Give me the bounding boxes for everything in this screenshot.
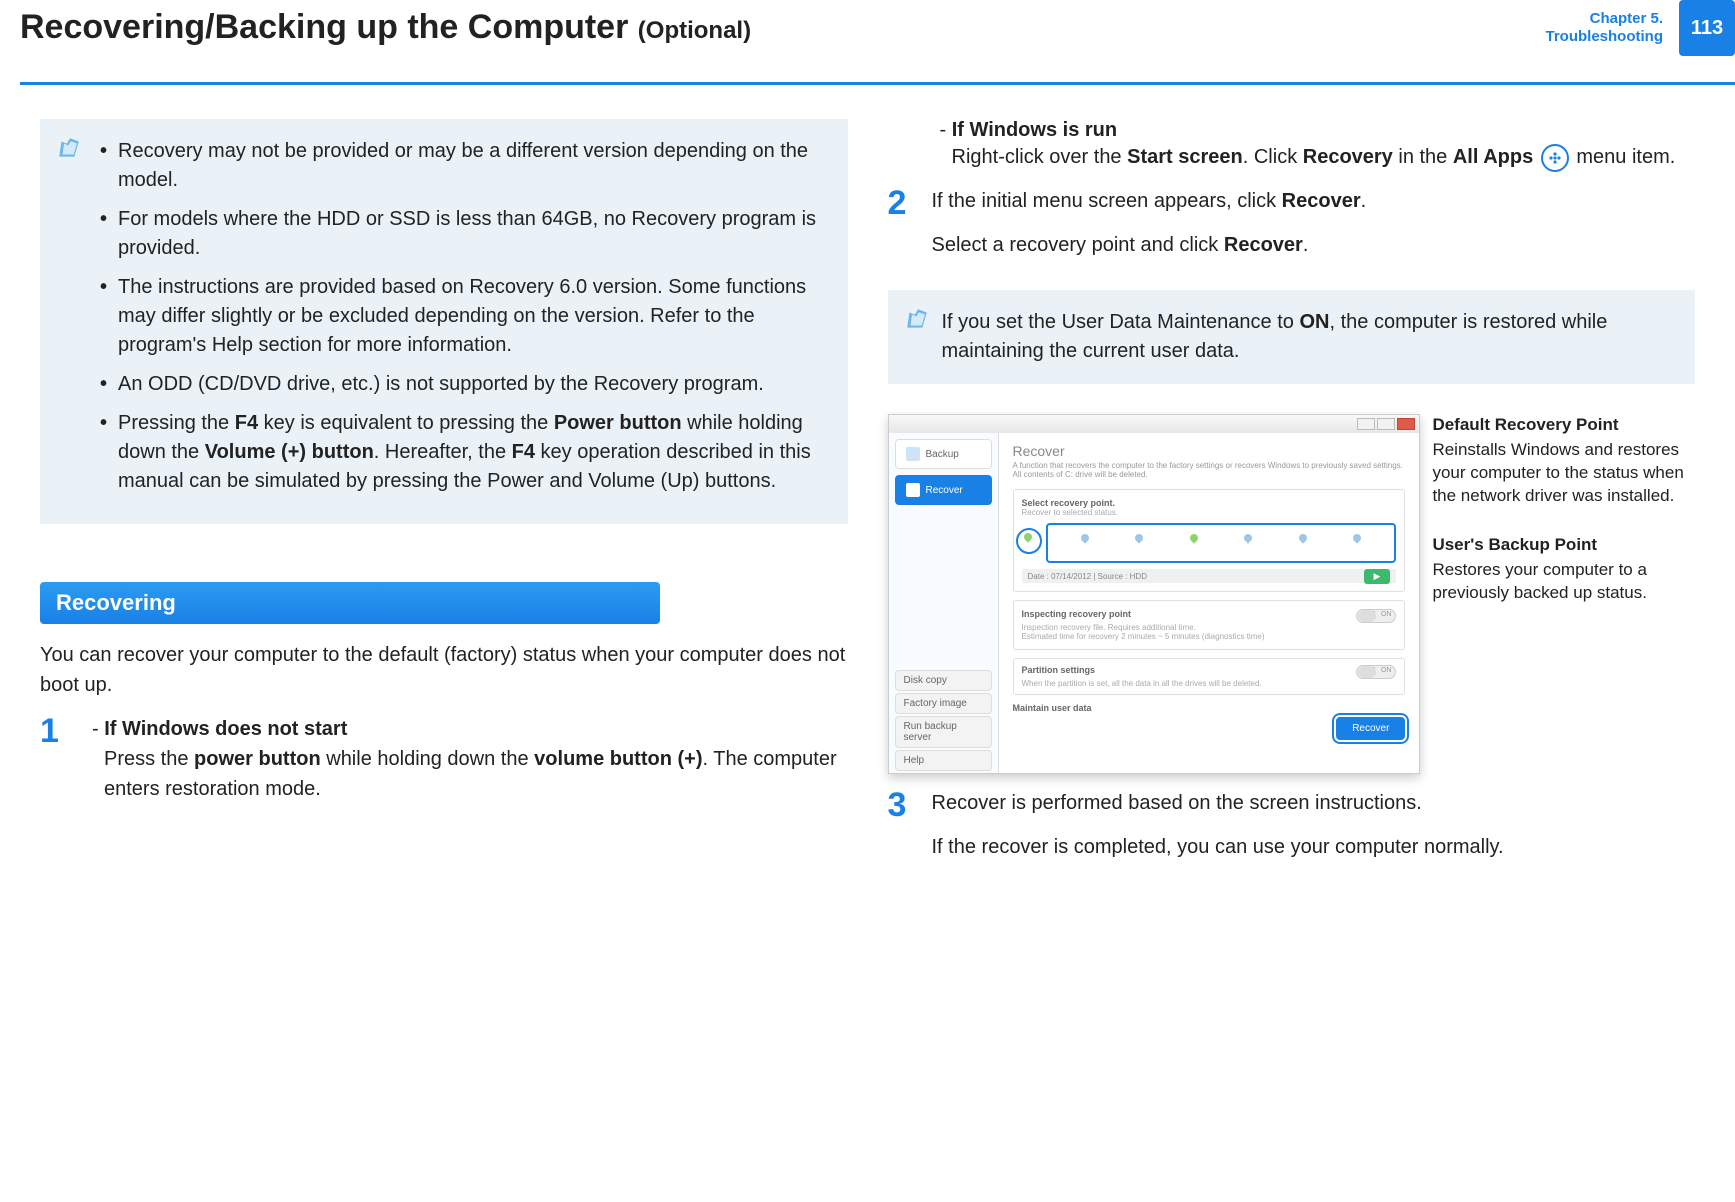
note-item: Recovery may not be provided or may be a…: [100, 137, 828, 195]
window-maximize-icon[interactable]: [1377, 418, 1395, 430]
backup-point-pin[interactable]: [1297, 534, 1309, 552]
title-text: Recovering/Backing up the Computer: [20, 8, 628, 46]
step-2-line2: Select a recovery point and click Recove…: [932, 230, 1696, 260]
step-3-line1: Recover is performed based on the screen…: [932, 788, 1696, 818]
annotation-user-backup-point: User's Backup Point Restores your comput…: [1432, 534, 1695, 605]
backup-point-pin[interactable]: [1133, 534, 1145, 552]
right-column: - If Windows is run Right-click over the…: [888, 119, 1696, 892]
go-button[interactable]: ▶: [1364, 569, 1391, 584]
app-sidebar: Backup Recover Disk copy Factory image R…: [889, 433, 999, 773]
note-user-data: If you set the User Data Maintenance to …: [888, 290, 1696, 384]
backup-point-pin[interactable]: [1188, 534, 1200, 552]
recovery-timeline[interactable]: [1046, 523, 1397, 563]
header-right: Chapter 5. Troubleshooting 113: [1500, 0, 1735, 56]
partition-toggle[interactable]: OFFON: [1356, 665, 1396, 679]
annotation-default-point: Default Recovery Point Reinstalls Window…: [1432, 414, 1695, 508]
step-1b-body: Right-click over the Start screen. Click…: [952, 142, 1696, 172]
window-close-icon[interactable]: [1397, 418, 1415, 430]
title-optional: (Optional): [638, 17, 751, 44]
page-number-badge: 113: [1679, 0, 1735, 56]
maintain-user-data-label: Maintain user data: [1013, 703, 1406, 713]
select-recovery-sub: Recover to selected status.: [1022, 508, 1397, 517]
step-number: 3: [888, 788, 918, 876]
step-1-variant-b: - If Windows is run: [940, 119, 1696, 142]
step-3: 3 Recover is performed based on the scre…: [888, 788, 1696, 876]
step-1-variant-a: - If Windows does not start: [92, 714, 848, 744]
note-item: An ODD (CD/DVD drive, etc.) is not suppo…: [100, 370, 828, 399]
page-header: Recovering/Backing up the Computer (Opti…: [0, 0, 1735, 56]
window-titlebar: [889, 415, 1420, 433]
sidebar-item-disk-copy[interactable]: Disk copy: [895, 670, 992, 691]
sidebar-item-recover[interactable]: Recover: [895, 475, 992, 505]
sidebar-item-run-backup-server[interactable]: Run backup server: [895, 716, 992, 748]
app-main-title: Recover: [1013, 443, 1406, 459]
left-column: Recovery may not be provided or may be a…: [40, 119, 848, 892]
app-main-panel: Recover A function that recovers the com…: [999, 433, 1420, 773]
note-item: Pressing the F4 key is equivalent to pre…: [100, 409, 828, 496]
chapter-line1: Chapter 5.: [1546, 10, 1664, 28]
default-recovery-point-pin[interactable]: [1022, 533, 1034, 553]
info-note-box: Recovery may not be provided or may be a…: [40, 119, 848, 524]
partition-panel: Partition settings OFFON When the partit…: [1013, 658, 1406, 695]
section-header-recovering: Recovering: [40, 582, 660, 624]
inspect-toggle[interactable]: OFFON: [1356, 609, 1396, 623]
step-number: 1: [40, 714, 70, 818]
recovery-app-window: Backup Recover Disk copy Factory image R…: [888, 414, 1421, 774]
note-icon: [56, 135, 82, 161]
recover-icon: [906, 483, 920, 497]
chapter-label: Chapter 5. Troubleshooting: [1540, 6, 1670, 50]
note-item: For models where the HDD or SSD is less …: [100, 205, 828, 263]
inspect-title: Inspecting recovery point: [1022, 609, 1132, 619]
note-icon: [904, 306, 930, 332]
step-3-line2: If the recover is completed, you can use…: [932, 832, 1696, 862]
partition-title: Partition settings: [1022, 665, 1096, 675]
recover-button[interactable]: Recover: [1336, 717, 1405, 740]
step-number: 2: [888, 186, 918, 274]
sidebar-item-backup[interactable]: Backup: [895, 439, 992, 469]
step-2-line1: If the initial menu screen appears, clic…: [932, 186, 1696, 216]
header-rule: [20, 82, 1735, 85]
step-1: 1 - If Windows does not start Press the …: [40, 714, 848, 818]
recovery-screenshot-block: Backup Recover Disk copy Factory image R…: [888, 414, 1696, 774]
page-title: Recovering/Backing up the Computer (Opti…: [20, 0, 1500, 56]
backup-icon: [906, 447, 920, 461]
backup-point-pin[interactable]: [1242, 534, 1254, 552]
select-recovery-label: Select recovery point.: [1022, 498, 1397, 508]
note-item: The instructions are provided based on R…: [100, 273, 828, 360]
backup-point-pin[interactable]: [1079, 534, 1091, 552]
recovery-date-bar: Date : 07/14/2012 | Source : HDD ▶: [1022, 569, 1397, 583]
annotations: Default Recovery Point Reinstalls Window…: [1432, 414, 1695, 774]
intro-text: You can recover your computer to the def…: [40, 640, 848, 700]
sidebar-item-factory-image[interactable]: Factory image: [895, 693, 992, 714]
window-minimize-icon[interactable]: [1357, 418, 1375, 430]
inspect-panel: Inspecting recovery point OFFON Inspecti…: [1013, 600, 1406, 650]
backup-point-pin[interactable]: [1351, 534, 1363, 552]
chapter-line2: Troubleshooting: [1546, 28, 1664, 46]
step-2: 2 If the initial menu screen appears, cl…: [888, 186, 1696, 274]
select-recovery-panel: Select recovery point. Recover to select…: [1013, 489, 1406, 592]
step-1a-body: Press the power button while holding dow…: [104, 744, 848, 804]
app-main-desc: A function that recovers the computer to…: [1013, 461, 1406, 479]
all-apps-icon: [1541, 144, 1569, 172]
sidebar-item-help[interactable]: Help: [895, 750, 992, 771]
